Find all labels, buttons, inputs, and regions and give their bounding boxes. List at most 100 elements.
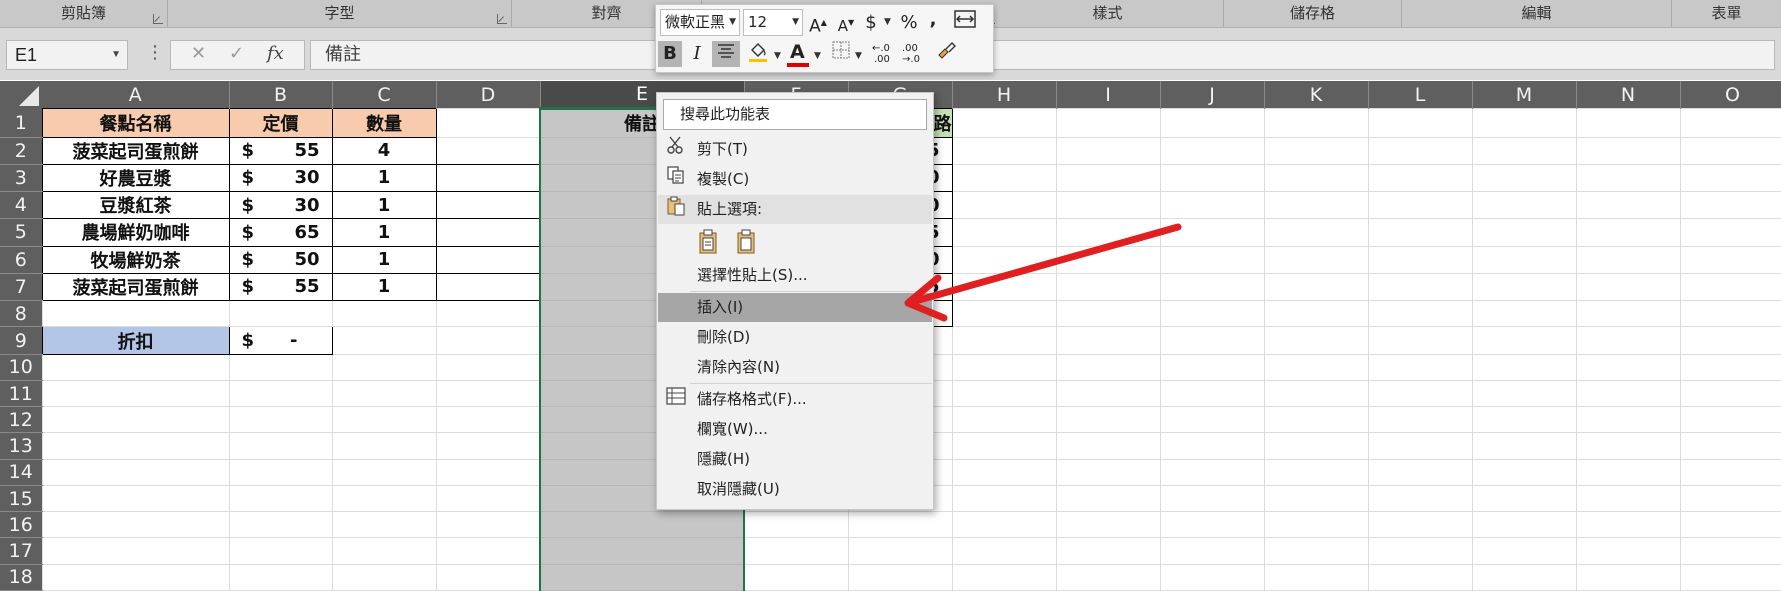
cell[interactable]: [1679, 511, 1781, 539]
cell[interactable]: [1471, 353, 1577, 381]
decrease-decimal-button[interactable]: .00 →.0: [900, 41, 928, 67]
cell[interactable]: [1367, 458, 1473, 486]
cell-d[interactable]: [435, 300, 541, 328]
percent-style-button[interactable]: %: [898, 10, 920, 36]
cell[interactable]: [331, 458, 437, 486]
cell-h[interactable]: [951, 136, 1057, 165]
merge-center-button[interactable]: [952, 10, 978, 36]
cell-k[interactable]: [1263, 272, 1369, 302]
cell[interactable]: [951, 484, 1057, 513]
menu-item-cut[interactable]: 剪下(T): [658, 135, 932, 164]
cell-n[interactable]: [1575, 326, 1681, 355]
font-size-box[interactable]: 12 ▼: [743, 9, 803, 36]
cell-a[interactable]: 菠菜起司蛋煎餅: [41, 272, 230, 302]
menu-item-delete[interactable]: 刪除(D): [658, 323, 932, 352]
menu-item-column-width[interactable]: 欄寬(W)...: [658, 415, 932, 444]
discount-label-cell[interactable]: 折扣: [41, 326, 230, 355]
cell[interactable]: [743, 511, 849, 539]
cell[interactable]: [1367, 537, 1473, 565]
cell-j[interactable]: [1159, 300, 1265, 328]
cell-o[interactable]: [1679, 218, 1781, 247]
cell[interactable]: [435, 511, 541, 539]
cell-o[interactable]: [1679, 191, 1781, 220]
cell[interactable]: [331, 484, 437, 513]
cell-k1[interactable]: [1263, 108, 1369, 138]
cell-a[interactable]: 菠菜起司蛋煎餅: [41, 136, 230, 165]
name-box[interactable]: E1 ▼: [6, 40, 128, 70]
cell[interactable]: [41, 484, 230, 513]
center-align-button[interactable]: [712, 41, 740, 67]
cell-o[interactable]: [1679, 272, 1781, 302]
cell[interactable]: [435, 537, 541, 565]
cell[interactable]: [228, 484, 333, 513]
row-header[interactable]: 8: [0, 300, 42, 328]
cell-i[interactable]: [1055, 272, 1161, 302]
cell-o[interactable]: [1679, 300, 1781, 328]
cell-l[interactable]: [1367, 163, 1473, 193]
formula-input[interactable]: 備註: [310, 40, 1775, 70]
cell[interactable]: [1055, 511, 1161, 539]
cell[interactable]: [1367, 406, 1473, 434]
cell[interactable]: [743, 563, 849, 591]
cell-m[interactable]: [1471, 326, 1577, 355]
search-menu-input[interactable]: 搜尋此功能表: [663, 99, 927, 130]
cell-o1[interactable]: [1679, 108, 1781, 138]
column-header-o[interactable]: O: [1680, 81, 1781, 109]
cell-h1[interactable]: [951, 108, 1057, 138]
cell[interactable]: [1159, 563, 1265, 591]
cell-h[interactable]: [951, 272, 1057, 302]
cell-c[interactable]: 1: [331, 272, 437, 302]
menu-item-paste-special[interactable]: 選擇性貼上(S)...: [658, 261, 932, 290]
column-header-c[interactable]: C: [332, 81, 437, 109]
cell-j[interactable]: [1159, 191, 1265, 220]
cell[interactable]: [951, 537, 1057, 565]
cell-e[interactable]: [539, 563, 745, 591]
cell[interactable]: [743, 537, 849, 565]
cell-d[interactable]: [435, 163, 541, 193]
menu-item-copy[interactable]: 複製(C): [658, 165, 932, 194]
row-header[interactable]: 12: [0, 406, 42, 434]
paste-values-icon[interactable]: [735, 229, 759, 255]
menu-item-format-cells[interactable]: 儲存格格式(F)...: [658, 385, 932, 414]
row-header[interactable]: 18: [0, 564, 42, 591]
cell[interactable]: [1679, 537, 1781, 565]
cell-k[interactable]: [1263, 245, 1369, 274]
borders-button[interactable]: [830, 41, 852, 67]
cell[interactable]: [435, 406, 541, 434]
chevron-down-icon[interactable]: ▼: [792, 10, 799, 35]
cell[interactable]: [951, 379, 1057, 408]
cell[interactable]: [228, 406, 333, 434]
cell[interactable]: [1575, 511, 1681, 539]
cell[interactable]: [1159, 432, 1265, 460]
cell[interactable]: [41, 353, 230, 381]
cell[interactable]: [1575, 406, 1681, 434]
cell[interactable]: [1471, 458, 1577, 486]
cell-k[interactable]: [1263, 326, 1369, 355]
cell[interactable]: [951, 432, 1057, 460]
menu-item-unhide[interactable]: 取消隱藏(U): [658, 475, 932, 504]
cell-i1[interactable]: [1055, 108, 1161, 138]
cell-n[interactable]: [1575, 136, 1681, 165]
chevron-down-icon[interactable]: ▼: [111, 41, 121, 69]
cell[interactable]: [1367, 511, 1473, 539]
cell[interactable]: [331, 563, 437, 591]
increase-font-size-button[interactable]: A▲: [808, 10, 828, 37]
row-header[interactable]: 7: [0, 273, 42, 302]
cell-b[interactable]: $30: [228, 163, 333, 193]
cell-c[interactable]: 1: [331, 245, 437, 274]
cell[interactable]: [1679, 406, 1781, 434]
cell[interactable]: [331, 353, 437, 381]
cell-d1[interactable]: [435, 108, 541, 138]
cell-d[interactable]: [435, 272, 541, 302]
cell-n[interactable]: [1575, 163, 1681, 193]
cell-d[interactable]: [435, 326, 541, 355]
comma-style-button[interactable]: ,: [926, 7, 940, 33]
cell-d[interactable]: [435, 136, 541, 165]
cell-k[interactable]: [1263, 163, 1369, 193]
cell[interactable]: [435, 353, 541, 381]
cell-b[interactable]: $50: [228, 245, 333, 274]
cell[interactable]: [1055, 353, 1161, 381]
column-header-n[interactable]: N: [1576, 81, 1681, 109]
cell[interactable]: [951, 458, 1057, 486]
cell[interactable]: [847, 563, 953, 591]
